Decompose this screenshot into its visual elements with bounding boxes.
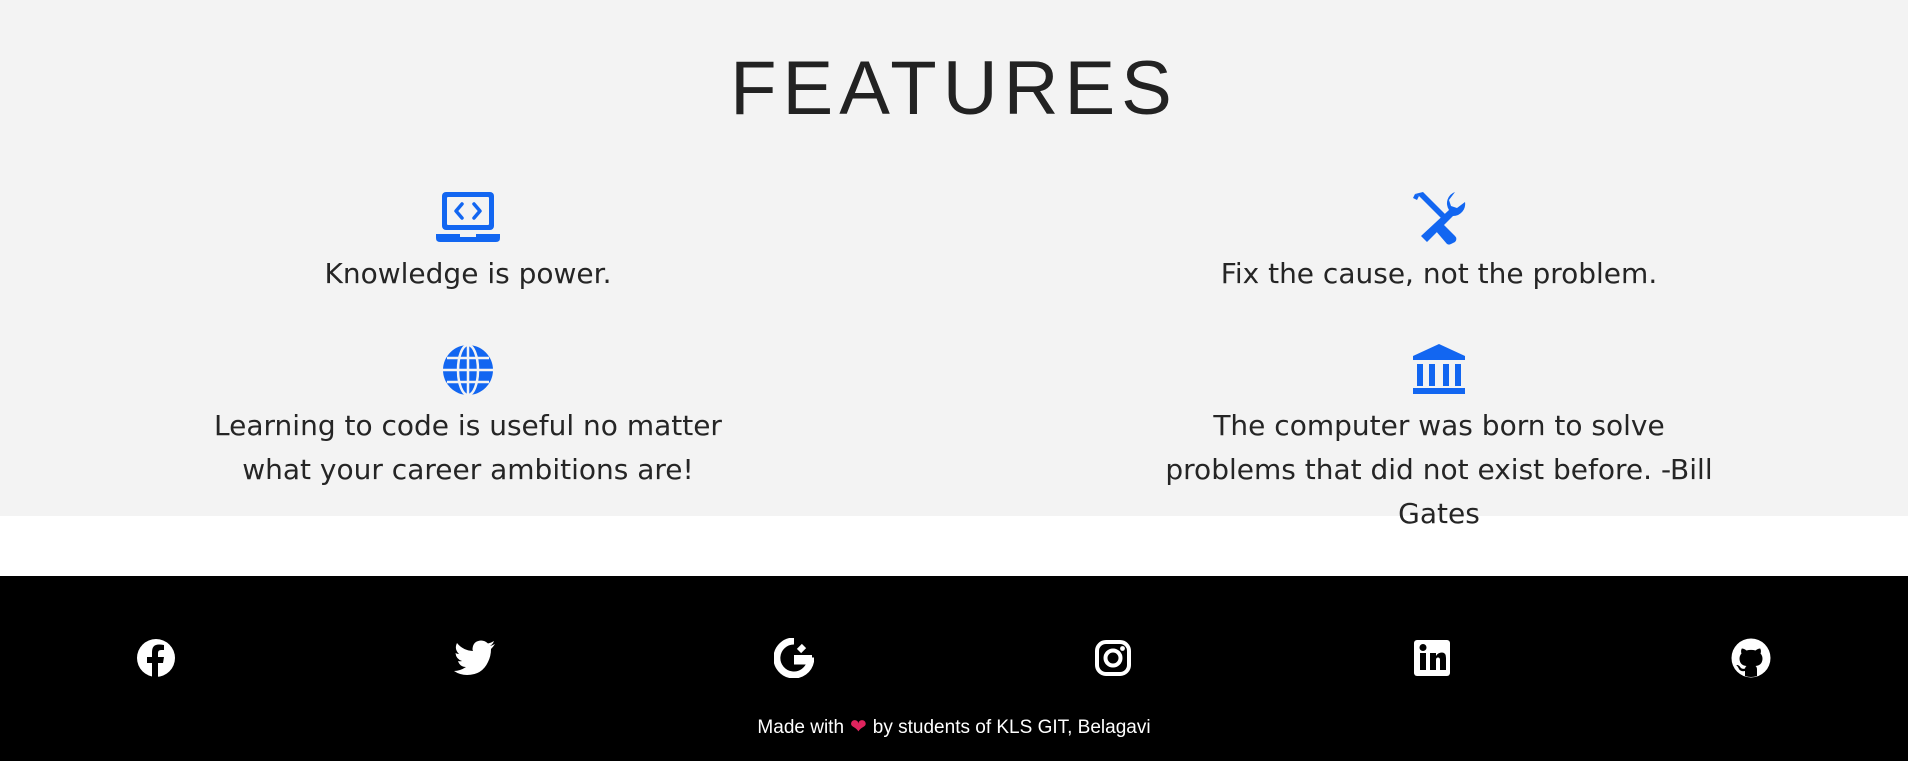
github-link[interactable] [1729, 636, 1773, 680]
twitter-icon [454, 640, 495, 675]
linkedin-icon [1414, 640, 1450, 676]
laptop-code-icon [436, 192, 500, 242]
feature-text: The computer was born to solve problems … [1165, 409, 1713, 530]
instagram-icon [1095, 640, 1131, 676]
instagram-link[interactable] [1091, 636, 1135, 680]
twitter-link[interactable] [453, 636, 497, 680]
feature-text: Fix the cause, not the problem. [1220, 257, 1658, 290]
tools-icon [1413, 192, 1466, 245]
feature-item: Fix the cause, not the problem. [1089, 190, 1789, 296]
features-title: FEATURES [730, 46, 1178, 131]
heart-icon: ❤ [850, 716, 867, 738]
feature-item: Knowledge is power. [118, 190, 818, 296]
facebook-icon [137, 639, 175, 678]
linkedin-link[interactable] [1410, 636, 1454, 680]
features-section: FEATURES Knowledge is power. Fix the cau… [0, 0, 1908, 530]
facebook-link[interactable] [134, 636, 178, 680]
credit-suffix: by students of KLS GIT, Belagavi [872, 717, 1151, 738]
bank-icon [1413, 344, 1465, 394]
feature-text: Knowledge is power. [324, 257, 612, 290]
feature-text: Learning to code is useful no matter wha… [214, 409, 722, 486]
github-icon [1731, 638, 1771, 678]
globe-icon [443, 343, 493, 397]
footer-credit: Made with ❤ by students of KLS GIT, Belaga… [0, 714, 1908, 739]
feature-item: The computer was born to solve problems … [1089, 342, 1789, 536]
google-link[interactable] [772, 636, 816, 680]
feature-item: Learning to code is useful no matter wha… [118, 342, 818, 492]
google-icon [774, 638, 814, 678]
credit-prefix: Made with [757, 717, 845, 738]
